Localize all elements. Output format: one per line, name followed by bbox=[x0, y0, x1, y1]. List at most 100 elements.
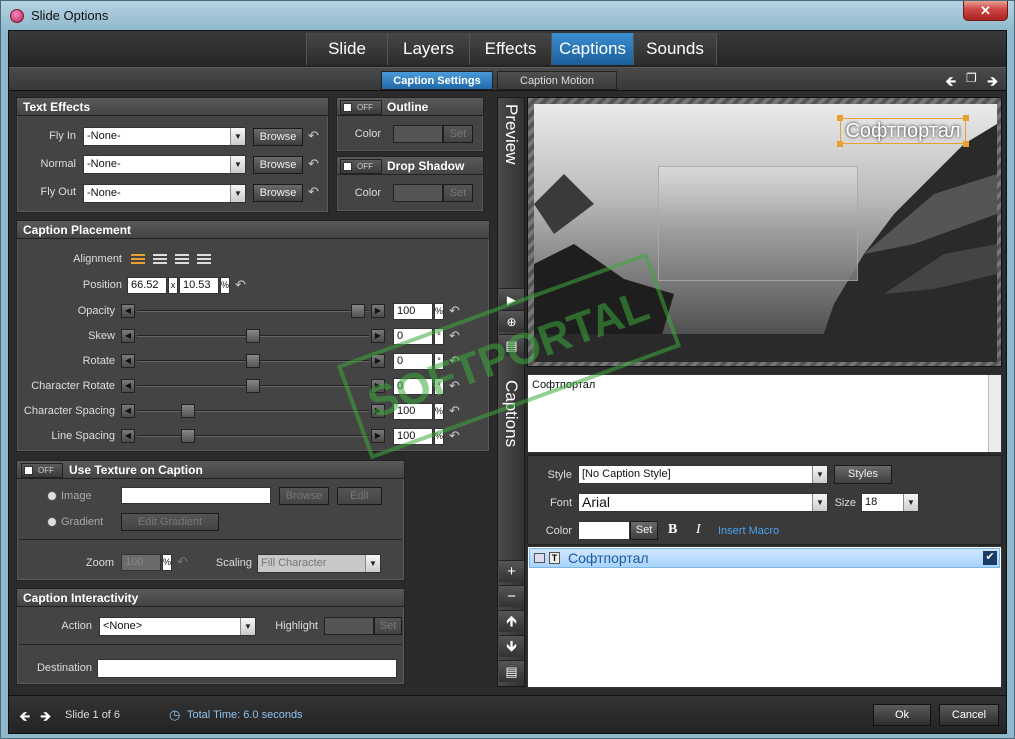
destination-input[interactable] bbox=[97, 659, 397, 678]
action-select[interactable]: <None> ▼ bbox=[99, 617, 256, 636]
normal-select[interactable]: -None- ▼ bbox=[83, 155, 246, 174]
slider-thumb[interactable] bbox=[246, 329, 260, 343]
bold-button[interactable]: B bbox=[668, 522, 677, 538]
drop-shadow-set-button[interactable]: Set bbox=[443, 184, 473, 202]
texture-edit-button[interactable]: Edit bbox=[337, 487, 382, 505]
drop-shadow-toggle[interactable]: OFF bbox=[340, 159, 382, 174]
slider-thumb[interactable] bbox=[350, 304, 365, 318]
outline-toggle[interactable]: OFF bbox=[340, 100, 382, 115]
styles-button[interactable]: Styles bbox=[834, 465, 892, 484]
slider-right-icon[interactable]: ▶ bbox=[371, 354, 385, 368]
character-spacing-input[interactable]: 100 bbox=[393, 403, 433, 420]
tab-caption-settings[interactable]: Caption Settings bbox=[381, 71, 493, 90]
texture-toggle[interactable]: OFF bbox=[21, 463, 63, 478]
align-center-icon[interactable] bbox=[153, 254, 167, 266]
align-left-icon[interactable] bbox=[131, 254, 145, 266]
fly-in-browse-button[interactable]: Browse bbox=[253, 128, 303, 146]
gradient-radio[interactable] bbox=[47, 517, 57, 527]
cancel-button[interactable]: Cancel bbox=[939, 704, 999, 726]
fly-in-select[interactable]: -None- ▼ bbox=[83, 127, 246, 146]
remove-caption-icon[interactable]: − bbox=[499, 585, 524, 607]
slider-left-icon[interactable]: ◀ bbox=[121, 354, 135, 368]
slider-right-icon[interactable]: ▶ bbox=[371, 379, 385, 393]
character-spacing-slider[interactable]: ◀ ▶ bbox=[121, 404, 385, 418]
italic-button[interactable]: I bbox=[696, 522, 701, 538]
rotate-slider[interactable]: ◀ ▶ bbox=[121, 354, 385, 368]
opacity-slider[interactable]: ◀ ▶ bbox=[121, 304, 385, 318]
slider-left-icon[interactable]: ◀ bbox=[121, 379, 135, 393]
rotate-input[interactable]: 0 bbox=[393, 353, 433, 370]
slider-right-icon[interactable]: ▶ bbox=[371, 329, 385, 343]
prev-caption-arrow-icon[interactable]: 🡸 bbox=[945, 71, 956, 95]
tab-caption-motion[interactable]: Caption Motion bbox=[497, 71, 617, 90]
tab-sounds[interactable]: Sounds bbox=[633, 33, 717, 65]
outline-color-swatch[interactable] bbox=[393, 125, 443, 143]
tab-effects[interactable]: Effects bbox=[469, 33, 551, 65]
character-rotate-slider[interactable]: ◀ ▶ bbox=[121, 379, 385, 393]
slider-thumb[interactable] bbox=[180, 429, 195, 443]
reset-icon[interactable]: ↶ bbox=[449, 328, 460, 344]
tab-layers[interactable]: Layers bbox=[387, 33, 469, 65]
slider-track[interactable] bbox=[137, 310, 369, 312]
slider-thumb[interactable] bbox=[246, 379, 260, 393]
character-rotate-input[interactable]: 0 bbox=[393, 378, 433, 395]
reset-icon[interactable]: ↶ bbox=[308, 184, 319, 200]
position-y-input[interactable]: 10.53 bbox=[179, 277, 219, 294]
fly-out-select[interactable]: -None- ▼ bbox=[83, 184, 246, 203]
tab-slide[interactable]: Slide bbox=[306, 33, 387, 65]
play-icon[interactable]: ▶ bbox=[499, 288, 524, 310]
reset-icon[interactable]: ↶ bbox=[308, 128, 319, 144]
close-button[interactable]: ✕ bbox=[963, 1, 1008, 21]
edit-caption-icon[interactable]: ▤ bbox=[499, 660, 524, 682]
next-caption-arrow-icon[interactable]: 🡺 bbox=[987, 71, 998, 95]
slider-right-icon[interactable]: ▶ bbox=[371, 429, 385, 443]
highlight-set-button[interactable]: Set bbox=[374, 617, 402, 635]
text-color-set-button[interactable]: Set bbox=[630, 521, 658, 540]
text-color-swatch[interactable] bbox=[578, 521, 630, 540]
slide-preview[interactable]: Софтпортал bbox=[527, 97, 1002, 367]
reset-icon[interactable]: ↶ bbox=[449, 353, 460, 369]
slider-thumb[interactable] bbox=[246, 354, 260, 368]
texture-browse-button[interactable]: Browse bbox=[279, 487, 329, 505]
scrollbar[interactable] bbox=[988, 375, 1001, 452]
ok-button[interactable]: Ok bbox=[873, 704, 931, 726]
fly-out-browse-button[interactable]: Browse bbox=[253, 184, 303, 202]
add-caption-icon[interactable]: + bbox=[499, 560, 524, 582]
line-spacing-input[interactable]: 100 bbox=[393, 428, 433, 445]
move-up-icon[interactable]: 🡹 bbox=[499, 610, 524, 632]
position-x-input[interactable]: 66.52 bbox=[127, 277, 167, 294]
opacity-input[interactable]: 100 bbox=[393, 303, 433, 320]
edit-gradient-button[interactable]: Edit Gradient bbox=[121, 513, 219, 531]
reset-icon[interactable]: ↶ bbox=[449, 428, 460, 444]
resize-handle[interactable] bbox=[837, 141, 843, 147]
slider-left-icon[interactable]: ◀ bbox=[121, 429, 135, 443]
slider-right-icon[interactable]: ▶ bbox=[371, 304, 385, 318]
drop-shadow-color-swatch[interactable] bbox=[393, 184, 443, 202]
outline-set-button[interactable]: Set bbox=[443, 125, 473, 143]
insert-macro-link[interactable]: Insert Macro bbox=[718, 525, 779, 537]
zoom-input[interactable]: 100 bbox=[121, 554, 161, 571]
scaling-select[interactable]: Fill Character ▼ bbox=[257, 554, 381, 573]
slider-left-icon[interactable]: ◀ bbox=[121, 329, 135, 343]
align-right-icon[interactable] bbox=[175, 254, 189, 266]
image-path-input[interactable] bbox=[121, 487, 271, 504]
align-justify-icon[interactable] bbox=[197, 254, 211, 266]
slider-thumb[interactable] bbox=[180, 404, 195, 418]
slider-track[interactable] bbox=[137, 435, 369, 437]
slider-left-icon[interactable]: ◀ bbox=[121, 404, 135, 418]
tab-captions[interactable]: Captions bbox=[551, 33, 633, 65]
resize-handle[interactable] bbox=[963, 115, 969, 121]
move-down-icon[interactable]: 🡻 bbox=[499, 635, 524, 657]
reset-icon[interactable]: ↶ bbox=[449, 378, 460, 394]
slider-left-icon[interactable]: ◀ bbox=[121, 304, 135, 318]
resize-handle[interactable] bbox=[837, 115, 843, 121]
image-radio[interactable] bbox=[47, 491, 57, 501]
reset-icon[interactable]: ↶ bbox=[308, 156, 319, 172]
caption-text-editor[interactable]: Софтпортал bbox=[527, 374, 1002, 453]
preview-caption[interactable]: Софтпортал bbox=[840, 118, 966, 144]
resize-handle[interactable] bbox=[963, 141, 969, 147]
size-select[interactable]: 18 ▼ bbox=[861, 493, 919, 512]
reset-icon[interactable]: ↶ bbox=[449, 403, 460, 419]
next-slide-arrow-icon[interactable]: 🡺 bbox=[40, 706, 51, 730]
style-select[interactable]: [No Caption Style] ▼ bbox=[578, 465, 828, 484]
